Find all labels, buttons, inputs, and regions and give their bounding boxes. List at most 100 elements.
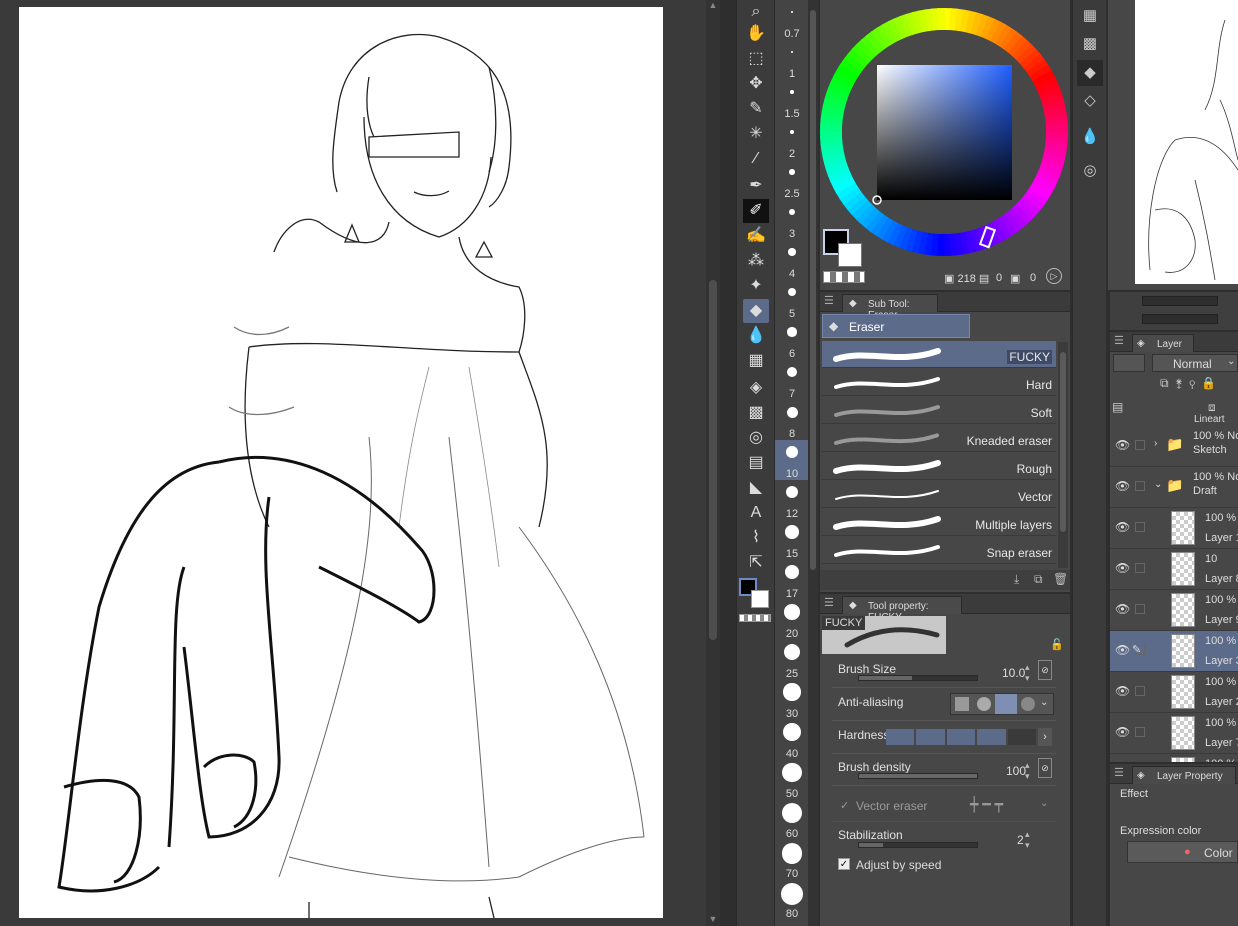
object-select-icon[interactable]: ⬚ xyxy=(743,47,769,71)
chevron-down-icon[interactable]: ⌄ xyxy=(1040,798,1048,809)
layer-lock-checkbox[interactable] xyxy=(1135,481,1145,491)
lasso-fill-icon[interactable]: ◎ xyxy=(743,426,769,450)
eye-icon[interactable]: 👁 xyxy=(1115,643,1130,657)
eye-icon[interactable]: 👁 xyxy=(1115,725,1130,739)
layer-lock-checkbox[interactable] xyxy=(1135,563,1145,573)
drops-icon[interactable]: 💧 xyxy=(1077,124,1103,150)
scroll-up-icon[interactable]: ▲ xyxy=(708,0,718,10)
eye-icon[interactable]: 👁 xyxy=(1115,479,1130,493)
aa-weak-icon[interactable] xyxy=(977,697,991,711)
layer-row[interactable]: 👁 10 Layer 8 xyxy=(1110,549,1238,590)
brush-size-item[interactable]: 1 xyxy=(775,40,809,80)
save-subtool-icon[interactable]: ⤓ xyxy=(1014,572,1019,587)
folder-toggle-icon[interactable]: ⌄ xyxy=(1154,479,1162,490)
pressure-settings-icon[interactable]: ⊘ xyxy=(1038,660,1052,680)
layer-row[interactable]: 👁 100 % N Layer 1 xyxy=(1110,508,1238,549)
brush-size-item[interactable]: 70 xyxy=(775,840,809,880)
play-icon[interactable]: ▷ xyxy=(1046,268,1062,284)
zoom-slider[interactable] xyxy=(1142,296,1218,306)
layer-lock-checkbox[interactable] xyxy=(1135,604,1145,614)
layer-color-dropdown[interactable] xyxy=(1113,354,1145,372)
rotate-slider[interactable] xyxy=(1142,314,1218,324)
layer-lock-checkbox[interactable] xyxy=(1135,522,1145,532)
delete-subtool-icon[interactable]: 🗑 xyxy=(1053,572,1068,586)
brush-size-item[interactable]: 8 xyxy=(775,400,809,440)
duplicate-subtool-icon[interactable]: ⧉ xyxy=(1034,572,1043,587)
layer-toolbar-icons[interactable]: ⧉⚵⚲🔒 xyxy=(1160,376,1222,391)
eye-icon[interactable]: 👁 xyxy=(1115,561,1130,575)
scroll-down-icon[interactable]: ▼ xyxy=(708,914,718,924)
panel-menu-icon[interactable]: ☰ xyxy=(824,294,834,307)
aa-strong-icon[interactable] xyxy=(1021,697,1035,711)
toolprop-tab[interactable]: ◆ Tool property: FUCKY xyxy=(842,596,962,623)
transparent-color-swatch[interactable] xyxy=(739,614,771,622)
sub-color-swatch[interactable] xyxy=(838,243,862,267)
brush-size-item[interactable]: 4 xyxy=(775,240,809,280)
navigator-preview[interactable] xyxy=(1135,0,1238,284)
decoration-icon[interactable]: ✦ xyxy=(743,274,769,298)
brush-item[interactable]: Vector xyxy=(822,481,1056,508)
scrollbar-thumb[interactable] xyxy=(709,280,717,640)
fill-icon[interactable]: ◈ xyxy=(743,376,769,400)
hardness-selector[interactable] xyxy=(886,729,1037,745)
layer-row[interactable]: 👁 100 % N Layer 9 xyxy=(1110,590,1238,631)
correct-line-icon[interactable]: ⇱ xyxy=(743,551,769,575)
brush-item[interactable]: Hard xyxy=(822,369,1056,396)
chevron-down-icon[interactable]: ⌄ xyxy=(1040,697,1048,708)
panel-menu-icon[interactable]: ☰ xyxy=(824,596,834,609)
layer-mask-icon[interactable]: ⧈ xyxy=(1208,400,1216,415)
layer-lock-checkbox[interactable] xyxy=(1135,440,1145,450)
frame-border-icon[interactable]: ▤ xyxy=(743,451,769,475)
vector-eraser-mode-icons[interactable]: ┿ ━ ┯ xyxy=(970,796,1003,813)
selection-pen-icon[interactable]: ✎ xyxy=(743,97,769,121)
layer-lock-checkbox[interactable] xyxy=(1135,686,1145,696)
brush-size-value[interactable]: 10.0 xyxy=(1002,666,1025,680)
navigator-icon[interactable]: ◎ xyxy=(1077,158,1103,184)
filmstrip-icon[interactable]: ▦ xyxy=(1077,3,1103,29)
stabilization-value[interactable]: 2 xyxy=(1017,833,1024,847)
brush-size-item[interactable]: 17 xyxy=(775,560,809,600)
stabilization-stepper[interactable]: ▴ ▾ xyxy=(1025,829,1030,851)
aa-medium-icon[interactable] xyxy=(995,694,1017,714)
transparency-swatch[interactable] xyxy=(823,271,865,283)
eye-icon[interactable]: 👁 xyxy=(1115,438,1130,452)
brush-item[interactable]: Rough xyxy=(822,453,1056,480)
layer-row[interactable]: 👁 100 % N Layer 7 xyxy=(1110,713,1238,754)
layer-property-tab[interactable]: ◈ Layer Property xyxy=(1132,766,1236,784)
brush-density-value[interactable]: 100 xyxy=(1006,764,1026,778)
adjust-by-speed-checkbox[interactable]: ✓ xyxy=(838,858,850,870)
balloon-icon[interactable]: ⌇ xyxy=(743,526,769,550)
brush-density-stepper[interactable]: ▴ ▾ xyxy=(1025,760,1030,782)
canvas-paper[interactable] xyxy=(19,7,663,918)
folder-toggle-icon[interactable]: › xyxy=(1154,438,1157,449)
vector-eraser-checkbox[interactable]: ✓ xyxy=(840,799,849,812)
pencil-icon[interactable]: ✐ xyxy=(743,199,769,223)
chevron-right-icon[interactable]: › xyxy=(1038,728,1052,746)
brush-size-item[interactable]: 15 xyxy=(775,520,809,560)
eye-icon[interactable]: 👁 xyxy=(1115,684,1130,698)
brush-size-slider[interactable] xyxy=(858,675,978,681)
eyedropper-icon[interactable]: ⁄ xyxy=(743,147,769,171)
pen-icon[interactable]: ✒ xyxy=(743,174,769,198)
brush-item[interactable]: Snap eraser xyxy=(822,537,1056,564)
eraser-settings-icon[interactable]: ◇ xyxy=(1077,88,1103,114)
brush-item[interactable]: Kneaded eraser xyxy=(822,425,1056,452)
brush-size-item[interactable]: 1.5 xyxy=(775,80,809,120)
anti-aliasing-selector[interactable]: ⌄ xyxy=(950,693,1054,715)
layer-tab[interactable]: ◈ Layer xyxy=(1132,334,1194,352)
brush-item[interactable]: FUCKY xyxy=(822,341,1056,368)
layer-folder-row[interactable]: 👁 › 📁 100 % No Sketch xyxy=(1110,426,1238,467)
brush-item[interactable]: Multiple layers xyxy=(822,509,1056,536)
brush-size-scrollbar[interactable] xyxy=(808,0,818,926)
aa-none-icon[interactable] xyxy=(955,697,969,711)
gradient-icon[interactable]: ▩ xyxy=(743,401,769,425)
density-pressure-icon[interactable]: ⊘ xyxy=(1038,758,1052,778)
eye-icon[interactable]: 👁 xyxy=(1115,520,1130,534)
brush-size-item[interactable]: 60 xyxy=(775,800,809,840)
brush-size-stepper[interactable]: ▴ ▾ xyxy=(1025,662,1030,684)
figure-icon[interactable]: ▦ xyxy=(743,349,769,373)
brush-size-item[interactable]: 2 xyxy=(775,120,809,160)
blend-icon[interactable]: 💧 xyxy=(743,324,769,348)
panel-menu-icon[interactable]: ☰ xyxy=(1114,766,1124,779)
brush-size-item[interactable]: 25 xyxy=(775,640,809,680)
